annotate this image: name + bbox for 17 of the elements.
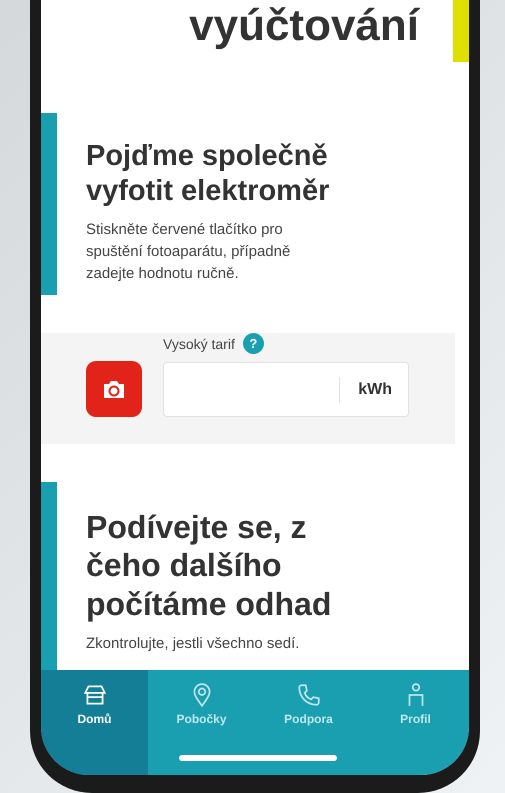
section-heading: Pojďme společně vyfotit elektroměr xyxy=(86,139,330,209)
camera-button[interactable] xyxy=(86,361,142,417)
page-title: vyúčtování xyxy=(189,4,419,48)
meter-reading-field[interactable]: kWh xyxy=(163,362,409,417)
section-description: Zkontrolujte, jestli všechno sedí. xyxy=(86,634,300,654)
nav-tab[interactable]: Podpora xyxy=(255,670,362,775)
unit-label: kWh xyxy=(339,376,408,402)
nav-tab[interactable]: Profil xyxy=(362,670,469,775)
phone-icon xyxy=(296,682,322,708)
nav-tab[interactable]: Domů xyxy=(41,670,148,775)
camera-icon xyxy=(102,379,126,399)
field-label: Vysoký tarif xyxy=(163,336,235,352)
accent-bar xyxy=(453,0,469,62)
help-button[interactable]: ? xyxy=(242,333,264,354)
section-heading: Podívejte se, z čeho dalšího počítáme odhad xyxy=(86,508,332,624)
section-description: Stiskněte červené tlačítko pro spuštění fotoaparátu, případně zadejte hodnotu ručně. xyxy=(86,220,292,284)
nav-tab[interactable]: Pobočky xyxy=(148,670,255,775)
